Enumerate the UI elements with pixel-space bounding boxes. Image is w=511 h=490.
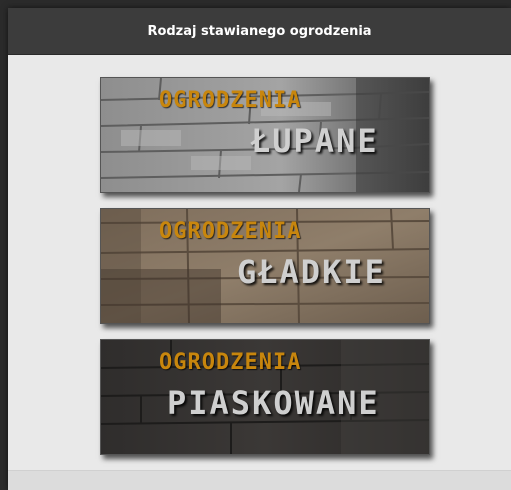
option-piaskowane-line2: PIASKOWANE (167, 384, 380, 422)
option-lupane-line2: ŁUPANE (251, 122, 379, 160)
modal-body: OGRODZENIA ŁUPANE OGRODZENIA GŁADKIE OGR… (8, 55, 511, 471)
option-gladkie-line2: GŁADKIE (237, 253, 386, 291)
option-lupane[interactable]: OGRODZENIA ŁUPANE (100, 77, 430, 193)
option-gladkie-line1: OGRODZENIA (159, 219, 302, 244)
modal-title: Rodzaj stawianego ogrodzenia (147, 23, 372, 39)
option-piaskowane[interactable]: OGRODZENIA PIASKOWANE (100, 339, 430, 455)
modal-header: Rodzaj stawianego ogrodzenia (8, 8, 511, 55)
modal-dialog: Rodzaj stawianego ogrodzenia OGRODZENIA … (8, 8, 511, 490)
option-piaskowane-line1: OGRODZENIA (159, 350, 302, 375)
option-gladkie[interactable]: OGRODZENIA GŁADKIE (100, 208, 430, 324)
option-lupane-line1: OGRODZENIA (159, 88, 302, 113)
modal-footer (8, 470, 511, 490)
